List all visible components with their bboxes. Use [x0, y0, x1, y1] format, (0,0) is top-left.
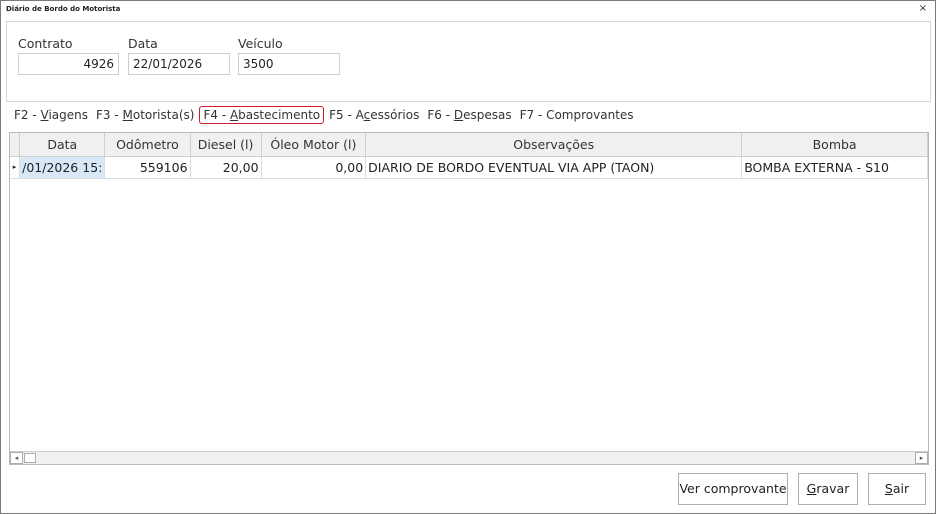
- row-indicator-header: [10, 133, 21, 157]
- abastecimento-table: Data Odômetro Diesel (l) Óleo Motor (l) …: [10, 133, 928, 179]
- tab-motoristas[interactable]: F3 - Motorista(s): [93, 106, 197, 124]
- title-bar: Diário de Bordo do Motorista ×: [1, 1, 935, 19]
- veiculo-input[interactable]: 3500: [238, 53, 340, 75]
- tab-acessorios[interactable]: F5 - Acessórios: [326, 106, 422, 124]
- ver-comprovante-button[interactable]: Ver comprovante: [678, 473, 788, 505]
- cell-diesel[interactable]: 20,00: [190, 156, 262, 179]
- abastecimento-grid: Data Odômetro Diesel (l) Óleo Motor (l) …: [9, 132, 929, 465]
- column-header-observacoes[interactable]: Observações: [365, 133, 743, 157]
- cell-oleo-motor[interactable]: 0,00: [261, 156, 367, 179]
- contrato-label: Contrato: [18, 36, 73, 51]
- contrato-input[interactable]: 4926: [18, 53, 119, 75]
- veiculo-label: Veículo: [238, 36, 283, 51]
- table-row[interactable]: ▸ /01/2026 15: 559106 20,00 0,00 DIARIO …: [10, 156, 928, 179]
- close-icon[interactable]: ×: [919, 3, 927, 14]
- column-header-data[interactable]: Data: [19, 133, 106, 157]
- gravar-button[interactable]: Gravar: [798, 473, 858, 505]
- column-header-bomba[interactable]: Bomba: [741, 133, 928, 157]
- column-header-odometro[interactable]: Odômetro: [104, 133, 191, 157]
- horizontal-scrollbar[interactable]: ◂ ▸: [10, 451, 928, 464]
- cell-observacoes[interactable]: DIARIO DE BORDO EVENTUAL VIA APP (TAON): [365, 156, 743, 179]
- window-title: Diário de Bordo do Motorista: [6, 5, 121, 13]
- row-indicator-icon: ▸: [10, 156, 21, 179]
- diario-de-bordo-window: Diário de Bordo do Motorista × Contrato …: [0, 0, 936, 514]
- column-header-oleo-motor[interactable]: Óleo Motor (l): [261, 133, 367, 157]
- cell-bomba[interactable]: BOMBA EXTERNA - S10: [741, 156, 928, 179]
- sair-button[interactable]: Sair: [868, 473, 926, 505]
- cell-odometro[interactable]: 559106: [104, 156, 191, 179]
- scroll-left-icon[interactable]: ◂: [10, 452, 23, 464]
- cell-data[interactable]: /01/2026 15:: [19, 156, 106, 179]
- tab-viagens[interactable]: F2 - Viagens: [11, 106, 91, 124]
- tab-abastecimento[interactable]: F4 - Abastecimento: [199, 106, 325, 124]
- tab-strip: F2 - Viagens F3 - Motorista(s) F4 - Abas…: [11, 104, 639, 126]
- tab-despesas[interactable]: F6 - Despesas: [424, 106, 514, 124]
- data-input[interactable]: 22/01/2026: [128, 53, 230, 75]
- table-header-row: Data Odômetro Diesel (l) Óleo Motor (l) …: [10, 133, 928, 157]
- scroll-thumb[interactable]: [24, 453, 36, 463]
- tab-comprovantes[interactable]: F7 - Comprovantes: [517, 106, 637, 124]
- data-label: Data: [128, 36, 158, 51]
- scroll-right-icon[interactable]: ▸: [915, 452, 928, 464]
- column-header-diesel[interactable]: Diesel (l): [190, 133, 262, 157]
- header-panel: Contrato 4926 Data 22/01/2026 Veículo 35…: [6, 21, 931, 102]
